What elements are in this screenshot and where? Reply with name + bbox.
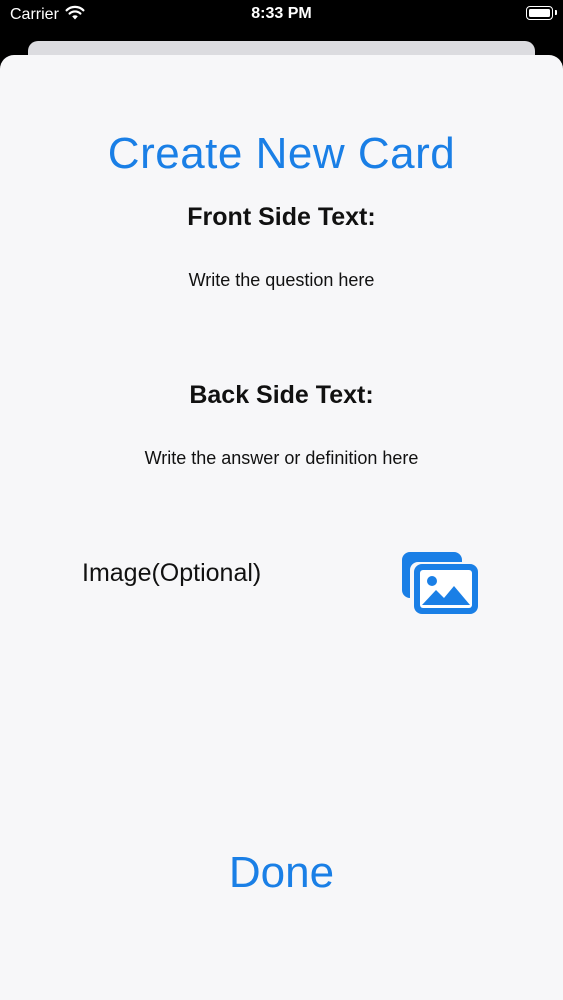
battery-icon (526, 6, 557, 20)
screen: Carrier 8:33 PM Create New Card Front Si… (0, 0, 563, 1000)
front-side-input[interactable] (40, 264, 523, 296)
image-optional-label: Image(Optional) (82, 559, 262, 587)
status-bar: Carrier 8:33 PM (0, 0, 563, 30)
page-title: Create New Card (107, 129, 456, 178)
create-card-sheet: Create New Card Front Side Text: Back Si… (0, 55, 563, 1000)
front-side-label: Front Side Text: (187, 203, 376, 231)
done-button[interactable]: Done (0, 848, 563, 898)
back-side-label: Back Side Text: (189, 381, 374, 409)
add-image-button[interactable] (402, 552, 478, 614)
status-time: 8:33 PM (251, 5, 312, 22)
photo-gallery-icon (402, 552, 478, 614)
back-side-input[interactable] (40, 442, 523, 474)
